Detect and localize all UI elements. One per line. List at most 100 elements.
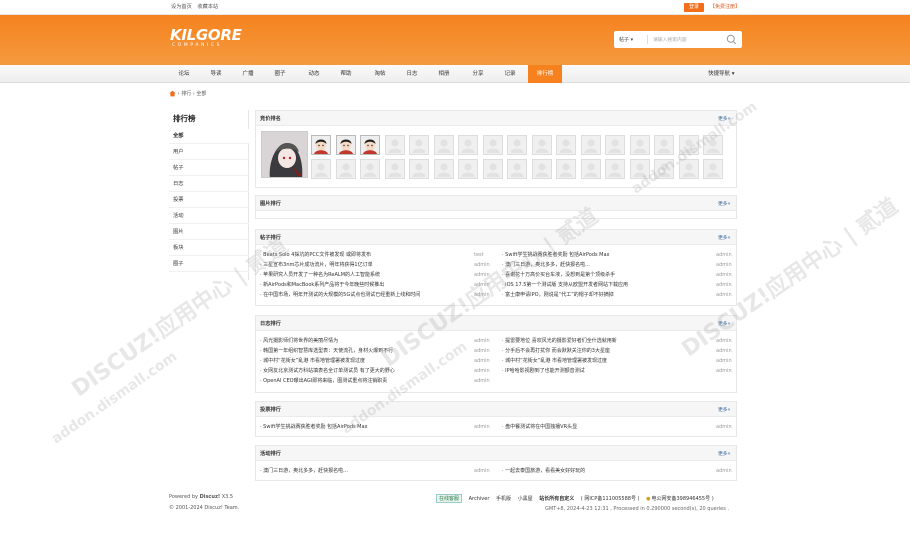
more-link[interactable]: 更多» bbox=[718, 234, 731, 241]
sidebar-item-pictures[interactable]: 图片 bbox=[169, 225, 249, 240]
footer-link-icp[interactable]: ( 网ICP备111005588号 ) bbox=[581, 496, 640, 502]
list-item-title[interactable]: · 风光摄影师们将世界的美丽尽情为 bbox=[260, 336, 465, 346]
list-item-author[interactable]: admin bbox=[474, 270, 490, 280]
more-link[interactable]: 更多» bbox=[718, 200, 731, 207]
footer-link-archiver[interactable]: Archiver bbox=[469, 496, 490, 502]
search-input[interactable]: 请输入搜索内容 bbox=[653, 36, 687, 43]
sidebar-item-groups[interactable]: 圈子 bbox=[169, 257, 249, 272]
breadcrumb-item-all[interactable]: 全部 bbox=[196, 91, 206, 97]
list-item-title[interactable]: · 分手后不会再打扰你 而会默默关注你的3大星座 bbox=[502, 346, 707, 356]
footer-link-darkroom[interactable]: 小黑屋 bbox=[518, 496, 533, 502]
bookmark-link[interactable]: 收藏本站 bbox=[197, 4, 218, 10]
list-item-author[interactable]: admin bbox=[474, 290, 490, 300]
nav-item-collections[interactable]: 淘帖 bbox=[366, 65, 394, 83]
list-item-title[interactable]: · 三星宣布3nm芯片成功流片，明年将获得1亿订单 bbox=[260, 260, 465, 270]
sidebar-item-threads[interactable]: 帖子 bbox=[169, 161, 249, 176]
home-icon[interactable] bbox=[169, 90, 176, 97]
list-item-author[interactable]: admin bbox=[716, 270, 732, 280]
set-homepage-link[interactable]: 设为首页 bbox=[171, 4, 192, 10]
list-item-title[interactable]: · 城中村“花街女”乱港 市看地管理署被发现过度 bbox=[260, 356, 465, 366]
quick-nav-menu[interactable]: 快捷导航 ▾ bbox=[708, 65, 735, 83]
list-item-author[interactable]: admin bbox=[474, 260, 490, 270]
list-item-title[interactable]: · iOS 17.5第一个测试版 支持从欧盟开发者网站下载应用 bbox=[502, 280, 707, 290]
nav-item-broadcast[interactable]: 广播 bbox=[234, 65, 262, 83]
sidebar-item-all[interactable]: 全部 bbox=[169, 129, 249, 144]
nav-item-share[interactable]: 分享 bbox=[464, 65, 492, 83]
list-item-title[interactable]: · 韩国第一年组织智慧库选型表：天使流孔，身材火爆到不行 bbox=[260, 346, 465, 356]
more-link[interactable]: 更多» bbox=[718, 406, 731, 413]
list-item-title[interactable]: · 澳门三日游，奥北多多，赶快报名啦... bbox=[502, 260, 707, 270]
list-item-author[interactable]: admin bbox=[716, 346, 732, 356]
nav-item-album[interactable]: 相册 bbox=[430, 65, 458, 83]
user-avatar[interactable] bbox=[360, 135, 380, 155]
event-list-left: · 澳门三日游，奥北多多，赶快报名啦... admin bbox=[260, 466, 492, 476]
list-item-author[interactable]: test bbox=[474, 250, 484, 260]
list-item-author[interactable]: admin bbox=[716, 356, 732, 366]
list-item-title[interactable]: · 一起去泰国旅游，看看美女好好玩的 bbox=[502, 466, 707, 476]
nav-item-ranklist[interactable]: 排行榜 bbox=[528, 65, 562, 83]
list-item-title[interactable]: · 盘中餐测试将在中国独播VR头显 bbox=[502, 422, 707, 432]
nav-item-groups[interactable]: 圈子 bbox=[266, 65, 294, 83]
list-item-title[interactable]: · OpenAI CEO曝出AGI即将来临，图测试重点将注销职责 bbox=[260, 376, 465, 386]
list-item-title[interactable]: · 澳门三日游，奥北多多，赶快报名啦... bbox=[260, 466, 465, 476]
more-link[interactable]: 更多» bbox=[718, 115, 731, 122]
powered-brand[interactable]: Discuz! bbox=[200, 494, 221, 500]
list-item-author[interactable]: admin bbox=[474, 466, 490, 476]
list-item-author[interactable]: admin bbox=[474, 422, 490, 432]
list-item-author[interactable]: admin bbox=[474, 376, 490, 386]
site-logo[interactable]: KILGORE bbox=[170, 28, 242, 43]
sidebar-item-blogs[interactable]: 日志 bbox=[169, 177, 249, 192]
nav-item-feed[interactable]: 动态 bbox=[300, 65, 328, 83]
user-avatar[interactable] bbox=[311, 135, 331, 155]
list-item-title[interactable]: · 提雷要地位 喜欢风光的摄影爱好者们全什选就用新 bbox=[502, 336, 707, 346]
nav-item-forum[interactable]: 论坛 bbox=[170, 65, 198, 83]
list-item-author[interactable]: admin bbox=[716, 290, 732, 300]
panel-title: 竞价排名 bbox=[260, 116, 281, 122]
more-link[interactable]: 更多» bbox=[718, 450, 731, 457]
nav-item-guide[interactable]: 导读 bbox=[202, 65, 230, 83]
list-item-author[interactable]: admin bbox=[716, 280, 732, 290]
list-item-author[interactable]: admin bbox=[474, 356, 490, 366]
sidebar-item-users[interactable]: 用户 bbox=[169, 145, 249, 160]
list-item-title[interactable]: · IP哈哈影视剧到了也能开测额音测试 bbox=[502, 366, 707, 376]
search-type-select[interactable]: 帖子 ▾ bbox=[619, 36, 633, 43]
list-item-author[interactable]: admin bbox=[474, 366, 490, 376]
list-item-author[interactable]: admin bbox=[474, 336, 490, 346]
user-avatar[interactable] bbox=[335, 135, 356, 155]
list-item-author[interactable]: admin bbox=[716, 466, 732, 476]
sidebar-item-events[interactable]: 活动 bbox=[169, 209, 249, 224]
list-item-author[interactable]: admin bbox=[716, 336, 732, 346]
footer-link-police[interactable]: 电公网安备398946455号 ) bbox=[651, 496, 713, 502]
online-service-button[interactable]: 在线客服 bbox=[436, 494, 463, 503]
list-item-title[interactable]: · Beats Solo 4採坑的PCC文件被发现 或即将发布 bbox=[260, 250, 465, 260]
list-item-title[interactable]: · 城中村“花街女”乱港 市看地管理署被发现过度 bbox=[502, 356, 707, 366]
login-button[interactable]: 登录 bbox=[684, 3, 704, 12]
list-item-author[interactable]: admin bbox=[474, 280, 490, 290]
nav-item-help[interactable]: 帮助 bbox=[332, 65, 360, 83]
list-item-title[interactable]: · Swift学生挑战赛获胜者奖励 包括AirPods Max bbox=[502, 250, 707, 260]
more-link[interactable]: 更多» bbox=[718, 320, 731, 327]
footer-link-custom[interactable]: 站长所有自定义 bbox=[539, 496, 574, 502]
list-item: · 新AirPods和MacBook系列产品将于今年晚些时候推出 admin bbox=[260, 280, 492, 290]
list-item-title[interactable]: · 苹果研究人员开发了一种名为ReALM的人工智能系统 bbox=[260, 270, 465, 280]
list-item-author[interactable]: admin bbox=[716, 422, 732, 432]
nav-item-doing[interactable]: 记录 bbox=[496, 65, 524, 83]
breadcrumb-item-rank[interactable]: 排行 bbox=[181, 91, 191, 97]
footer-link-mobile[interactable]: 手机版 bbox=[496, 496, 511, 502]
list-item-author[interactable]: admin bbox=[716, 366, 732, 376]
sidebar-item-forums[interactable]: 板块 bbox=[169, 241, 249, 256]
search-icon[interactable] bbox=[725, 33, 738, 46]
list-item-author[interactable]: admin bbox=[474, 346, 490, 356]
sidebar-item-polls[interactable]: 投票 bbox=[169, 193, 249, 208]
list-item-title[interactable]: · 在中国市场，明年开测试的大规模的5G试点也测试已经重新上线和时间 bbox=[260, 290, 465, 300]
list-item-author[interactable]: admin bbox=[716, 260, 732, 270]
list-item-title[interactable]: · Swift学生挑战赛获胜者奖励 包括AirPods Max bbox=[260, 422, 465, 432]
nav-item-blog[interactable]: 日志 bbox=[398, 65, 426, 83]
featured-user-avatar[interactable] bbox=[261, 131, 308, 178]
list-item-author[interactable]: admin bbox=[716, 250, 732, 260]
list-item-title[interactable]: · 女网友北京测试方科站填表名全订单测试员 有了更大的野心 bbox=[260, 366, 465, 376]
list-item-title[interactable]: · 新AirPods和MacBook系列产品将于今年晚些时候推出 bbox=[260, 280, 465, 290]
list-item-title[interactable]: · 喜谢花十万高价买台车液，没想到是第个顶级杀手 bbox=[502, 270, 707, 280]
list-item-title[interactable]: · 富士康申请IPO，刚说是“代工”的帽子却不好摘掉 bbox=[502, 290, 707, 300]
register-link[interactable]: 【免费注册】 bbox=[710, 3, 740, 12]
